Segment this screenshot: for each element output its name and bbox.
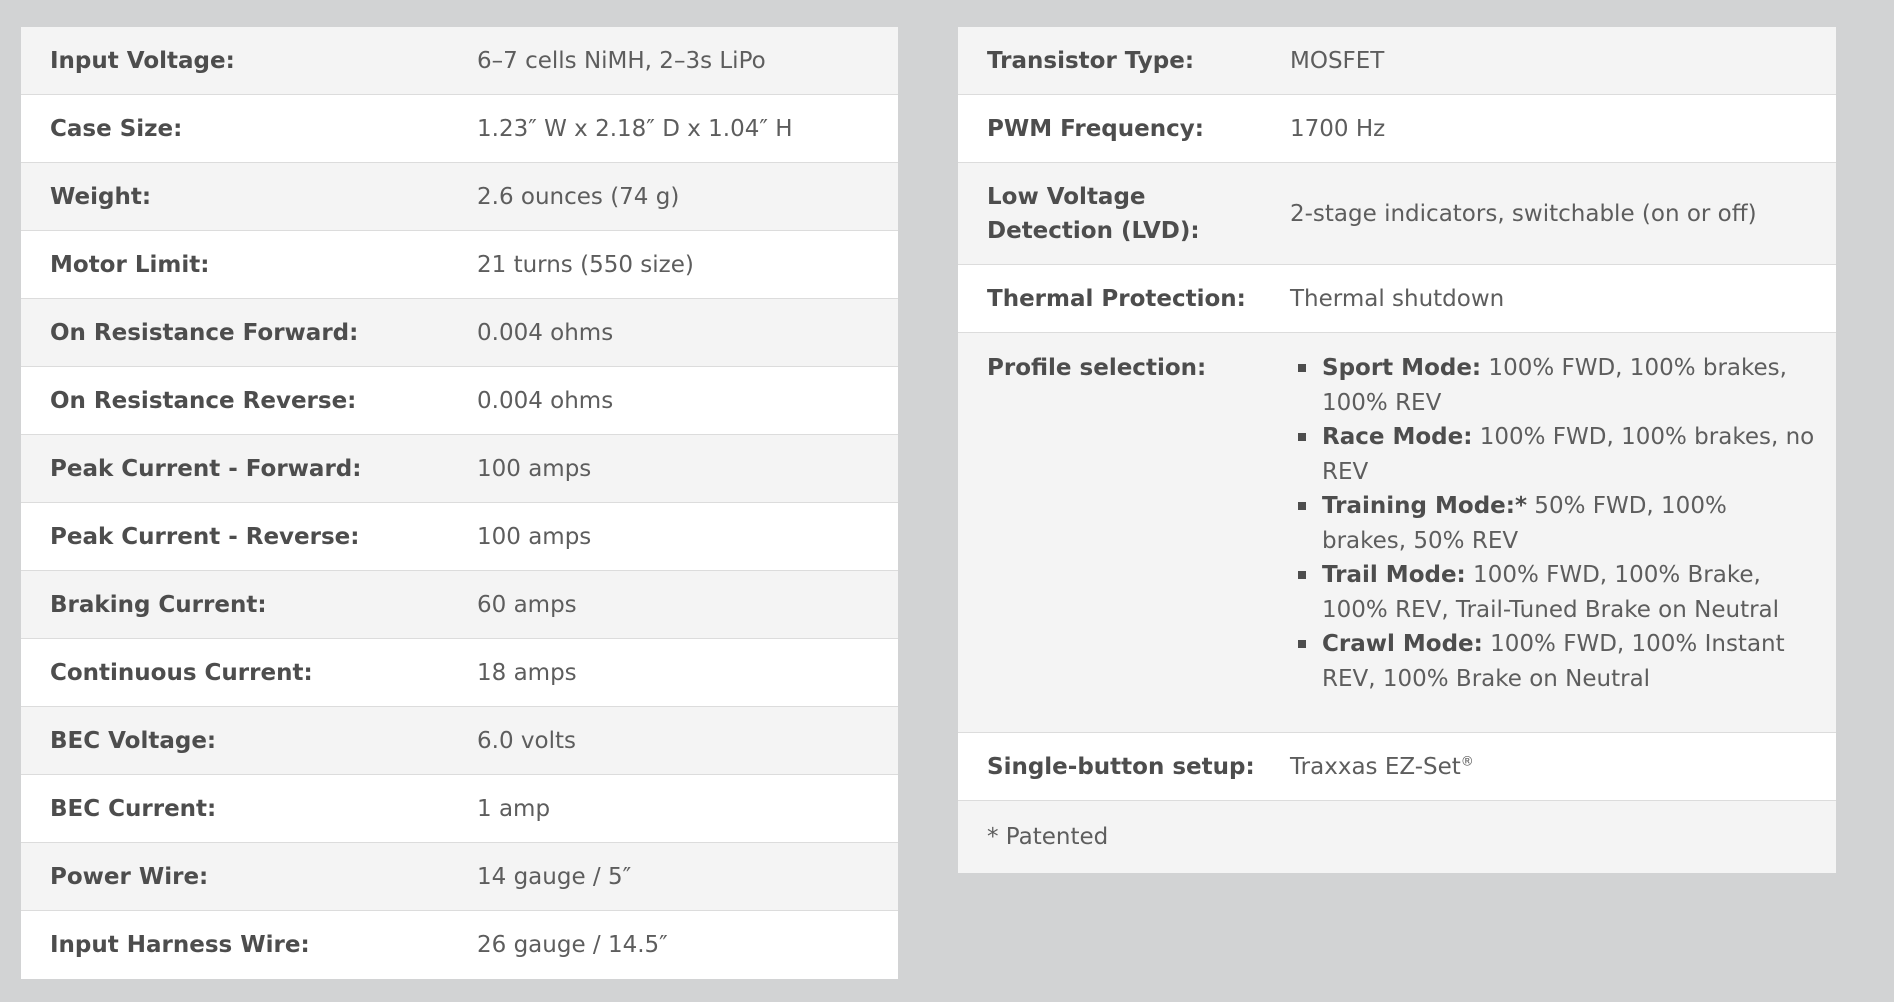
spec-value: 1700 Hz: [1290, 115, 1386, 142]
spec-label: Thermal Protection:: [987, 285, 1246, 312]
spec-row-motor-limit: Motor Limit: 21 turns (550 size): [21, 231, 898, 299]
spec-row-profile-selection: Profile selection: Sport Mode: 100% FWD,…: [958, 333, 1836, 733]
spec-value: 26 gauge / 14.5″: [477, 932, 668, 958]
spec-value: 14 gauge / 5″: [477, 863, 632, 890]
spec-label: Continuous Current:: [50, 659, 313, 686]
spec-row-continuous-current: Continuous Current: 18 amps: [21, 639, 898, 707]
spec-row-input-harness-wire: Input Harness Wire: 26 gauge / 14.5″: [21, 911, 898, 979]
list-item: Race Mode: 100% FWD, 100% brakes, no REV: [1290, 420, 1818, 489]
spec-label: On Resistance Forward:: [50, 319, 359, 346]
mode-name: Crawl Mode:: [1322, 631, 1483, 657]
spec-label: Input Voltage:: [50, 47, 235, 74]
spec-row-bec-voltage: BEC Voltage: 6.0 volts: [21, 707, 898, 775]
spec-label: Case Size:: [50, 115, 183, 142]
spec-row-peak-current-forward: Peak Current - Forward: 100 amps: [21, 435, 898, 503]
spec-label: Peak Current - Reverse:: [50, 523, 360, 550]
spec-value: 2.6 ounces (74 g): [477, 183, 680, 210]
spec-value: 6.0 volts: [477, 727, 576, 754]
spec-label: Braking Current:: [50, 591, 267, 618]
spec-label: Profile selection:: [987, 355, 1207, 381]
spec-label: Weight:: [50, 183, 152, 210]
spec-row-on-resistance-reverse: On Resistance Reverse: 0.004 ohms: [21, 367, 898, 435]
spec-value: 60 amps: [477, 591, 577, 618]
mode-name: Trail Mode:: [1322, 562, 1466, 588]
spec-label: Low Voltage Detection (LVD):: [958, 180, 1290, 248]
spec-row-pwm-frequency: PWM Frequency: 1700 Hz: [958, 95, 1836, 163]
spec-row-weight: Weight: 2.6 ounces (74 g): [21, 163, 898, 231]
spec-value: 1.23″ W x 2.18″ D x 1.04″ H: [477, 115, 793, 142]
list-item: Sport Mode: 100% FWD, 100% brakes, 100% …: [1290, 351, 1818, 420]
spec-label-line: Low Voltage: [987, 183, 1146, 210]
spec-row-case-size: Case Size: 1.23″ W x 2.18″ D x 1.04″ H: [21, 95, 898, 163]
spec-value: 100 amps: [477, 523, 592, 550]
spec-value: 2-stage indicators, switchable (on or of…: [1290, 200, 1757, 227]
spec-row-low-voltage-detection: Low Voltage Detection (LVD): 2-stage ind…: [958, 163, 1836, 265]
spec-label: Transistor Type:: [987, 47, 1195, 74]
spec-row-single-button-setup: Single-button setup: Traxxas EZ-Set®: [958, 733, 1836, 801]
spec-value: 100 amps: [477, 455, 592, 482]
mode-name: Training Mode:*: [1322, 493, 1527, 519]
spec-value: Sport Mode: 100% FWD, 100% brakes, 100% …: [1290, 351, 1836, 696]
list-item: Trail Mode: 100% FWD, 100% Brake, 100% R…: [1290, 558, 1818, 627]
spec-label: Input Harness Wire:: [50, 932, 310, 958]
mode-name: Race Mode:: [1322, 424, 1473, 450]
spec-row-bec-current: BEC Current: 1 amp: [21, 775, 898, 843]
spec-row-input-voltage: Input Voltage: 6–7 cells NiMH, 2–3s LiPo: [21, 27, 898, 95]
spec-label: On Resistance Reverse:: [50, 387, 357, 414]
spec-label: BEC Voltage:: [50, 727, 217, 754]
setup-value-text: Traxxas EZ-Set: [1290, 753, 1461, 780]
mode-name: Sport Mode:: [1322, 355, 1482, 381]
spec-label-line: Detection (LVD):: [987, 217, 1200, 244]
patent-note: * Patented: [987, 824, 1109, 850]
spec-label: Motor Limit:: [50, 251, 210, 278]
spec-row-thermal-protection: Thermal Protection: Thermal shutdown: [958, 265, 1836, 333]
patent-note-row: * Patented: [958, 801, 1836, 873]
left-spec-table: Input Voltage: 6–7 cells NiMH, 2–3s LiPo…: [21, 27, 898, 979]
spec-value: Thermal shutdown: [1290, 285, 1505, 312]
profile-mode-list: Sport Mode: 100% FWD, 100% brakes, 100% …: [1290, 351, 1818, 696]
spec-value: 21 turns (550 size): [477, 251, 694, 278]
spec-row-on-resistance-forward: On Resistance Forward: 0.004 ohms: [21, 299, 898, 367]
spec-value: MOSFET: [1290, 47, 1385, 74]
spec-value: 1 amp: [477, 795, 551, 822]
list-item: Training Mode:* 50% FWD, 100% brakes, 50…: [1290, 489, 1818, 558]
spec-row-braking-current: Braking Current: 60 amps: [21, 571, 898, 639]
spec-value: 6–7 cells NiMH, 2–3s LiPo: [477, 47, 766, 74]
spec-label: BEC Current:: [50, 795, 217, 822]
spec-value: 18 amps: [477, 659, 577, 686]
spec-row-peak-current-reverse: Peak Current - Reverse: 100 amps: [21, 503, 898, 571]
spec-label: Peak Current - Forward:: [50, 455, 362, 482]
right-spec-table: Transistor Type: MOSFET PWM Frequency: 1…: [958, 27, 1836, 873]
registered-mark: ®: [1460, 753, 1474, 769]
spec-label: Single-button setup:: [987, 753, 1255, 780]
spec-label: Power Wire:: [50, 863, 209, 890]
spec-value: 0.004 ohms: [477, 387, 614, 414]
spec-label: PWM Frequency:: [987, 115, 1204, 142]
spec-row-power-wire: Power Wire: 14 gauge / 5″: [21, 843, 898, 911]
spec-value: Traxxas EZ-Set®: [1290, 750, 1836, 784]
spec-row-transistor-type: Transistor Type: MOSFET: [958, 27, 1836, 95]
spec-value: 0.004 ohms: [477, 319, 614, 346]
list-item: Crawl Mode: 100% FWD, 100% Instant REV, …: [1290, 627, 1818, 696]
